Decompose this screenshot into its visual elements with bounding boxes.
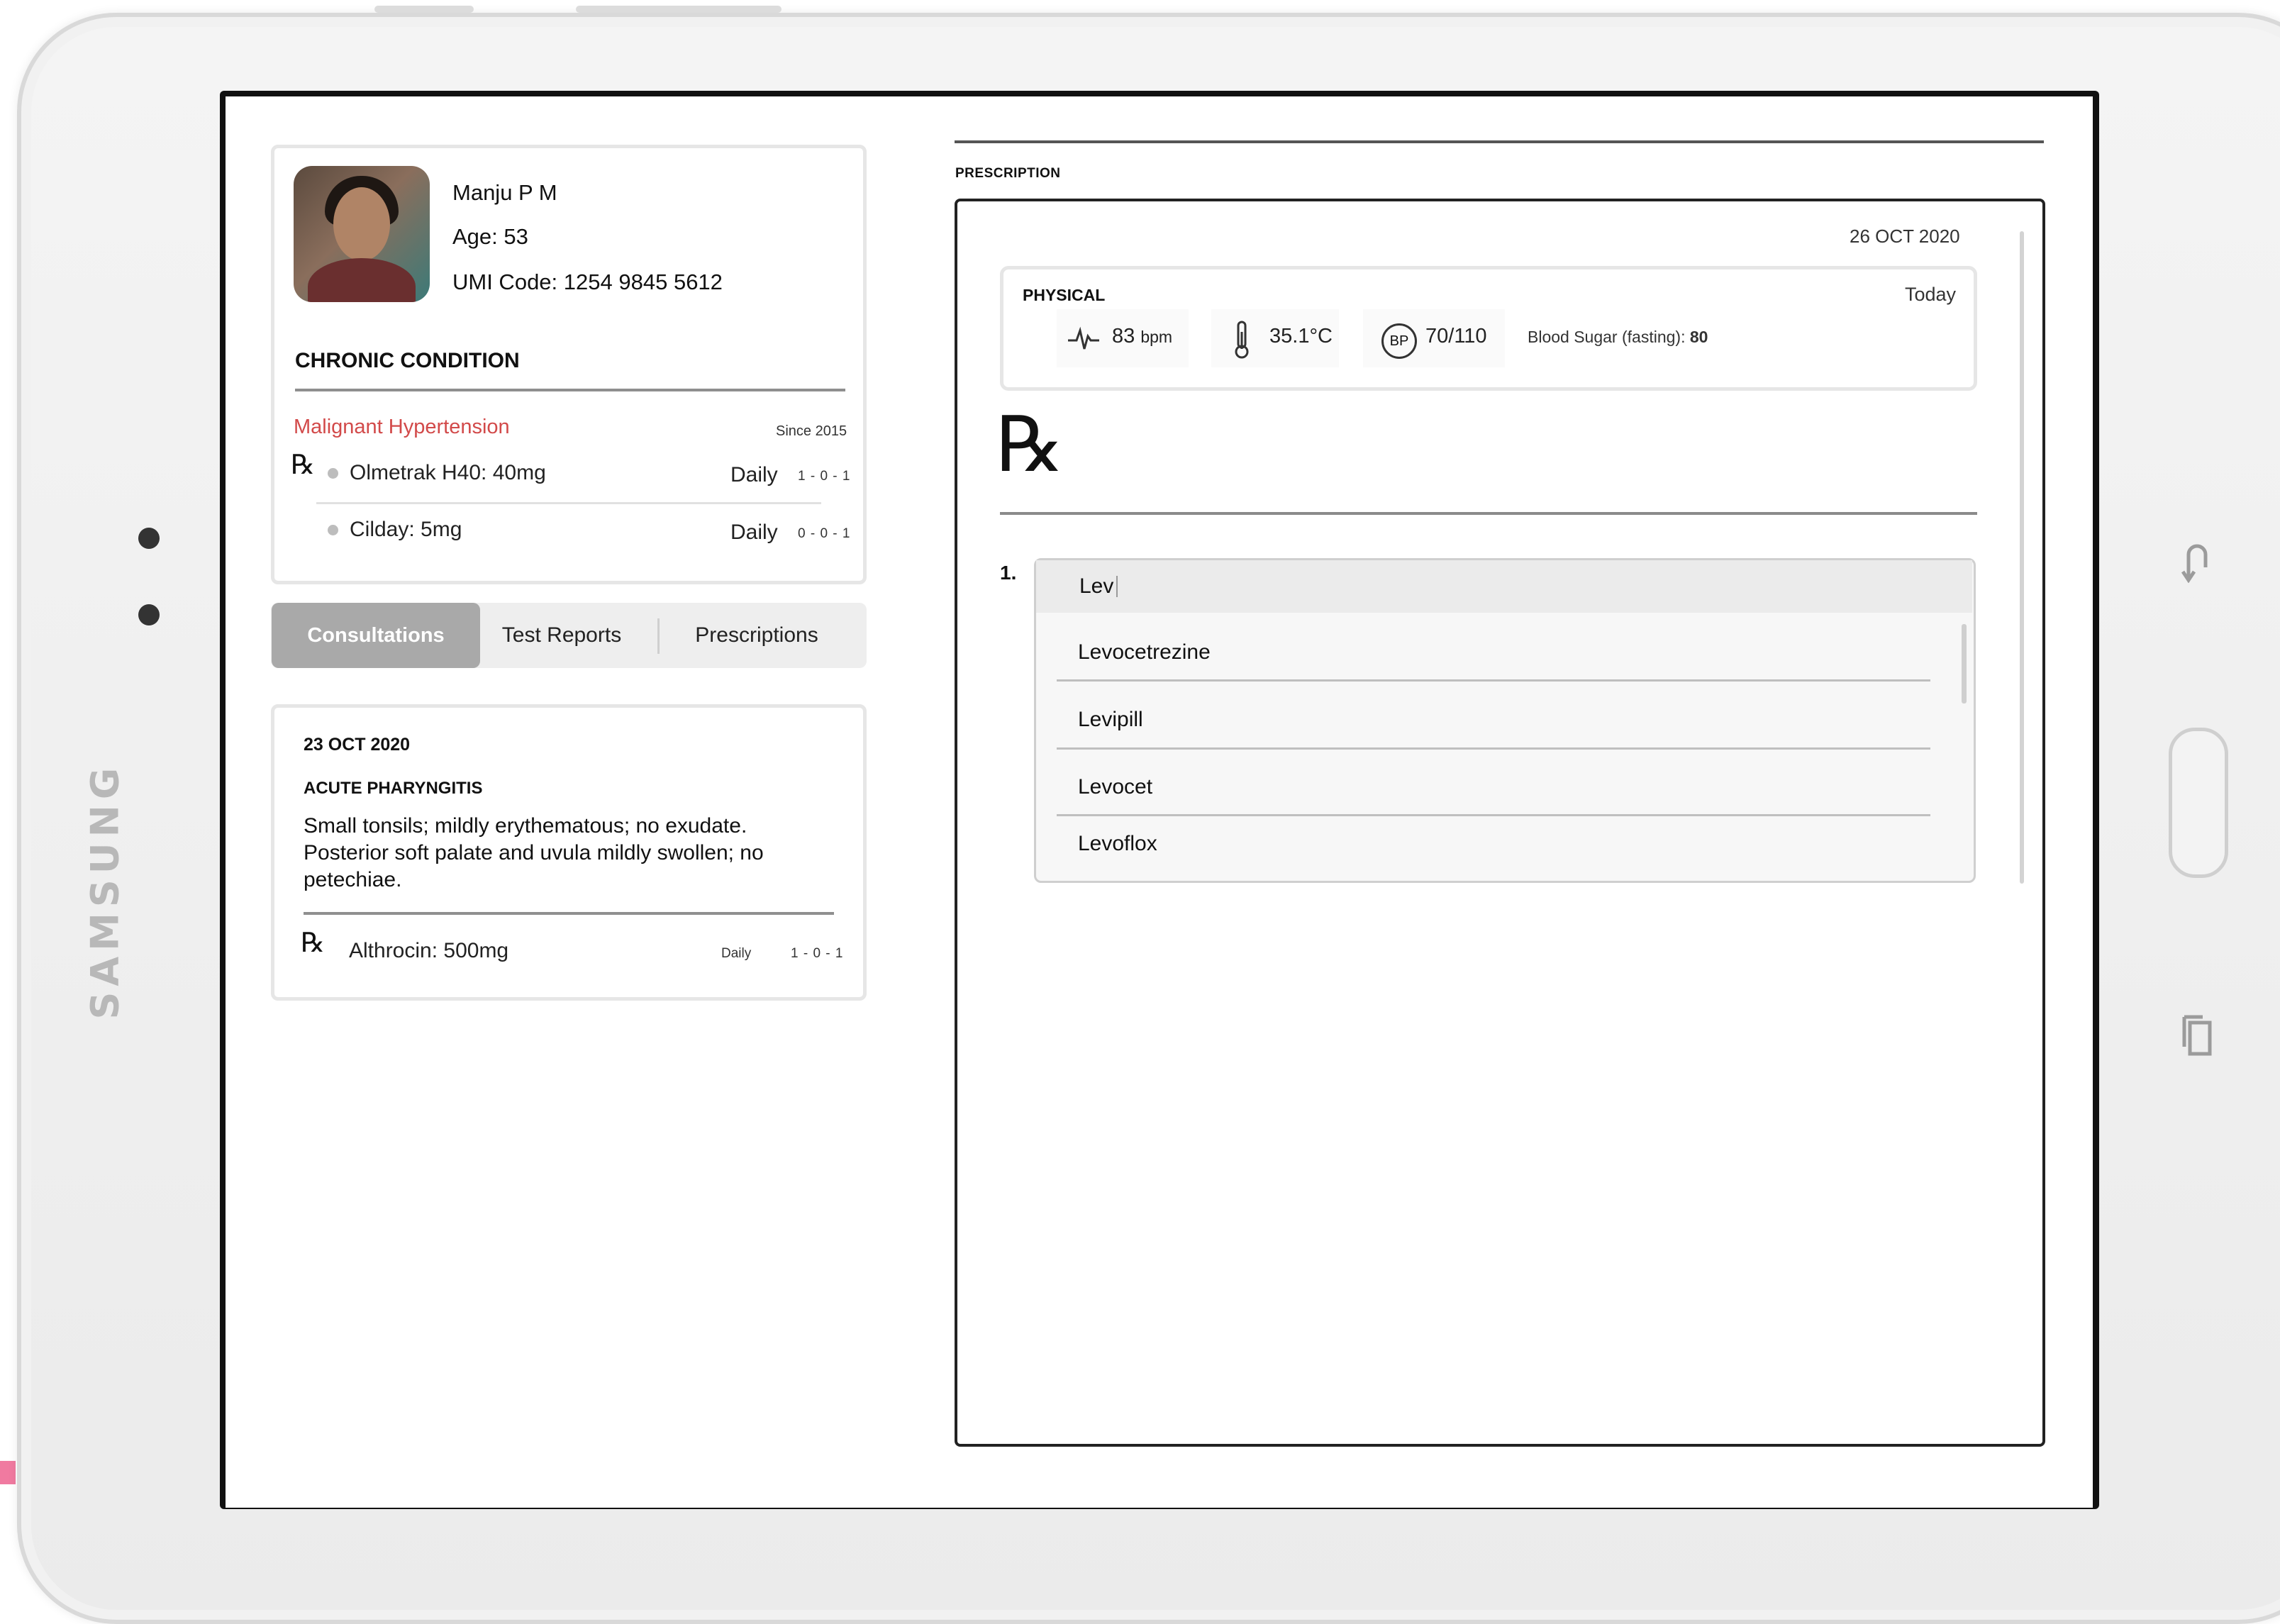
pulse-value: 83 [1112,325,1135,347]
blood-sugar: Blood Sugar (fasting): 80 [1528,328,1708,347]
consultation-notes: Small tonsils; mildly erythematous; no e… [304,814,764,891]
age-label: Age: [452,224,498,249]
suggestion-item[interactable]: Levoflox [1057,816,1930,872]
tab-test-reports[interactable]: Test Reports [482,603,641,668]
front-sensor [138,528,160,549]
consultation-med-name: Althrocin: 500mg [349,939,509,962]
physical-title: PHYSICAL [1023,286,1106,304]
power-button [374,6,474,13]
home-button[interactable] [2169,728,2228,878]
chronic-med-name: Olmetrak H40: 40mg [350,461,546,484]
age-value: 53 [504,224,528,249]
suggestion-divider [1057,679,1930,682]
consultation-med-dosage: 1 - 0 - 1 [791,946,844,961]
temperature-value: 35.1°C [1269,325,1333,347]
med-bullet [328,525,338,535]
front-camera [138,604,160,625]
tab-consultations[interactable]: Consultations [272,603,480,668]
chronic-med-dosage: 0 - 0 - 1 [798,526,851,541]
recent-apps-key-icon[interactable] [2180,1014,2214,1057]
condition-name: Malignant Hypertension [294,416,510,438]
chronic-med-frequency: Daily [730,521,778,544]
suggestion-divider [1057,747,1930,750]
pulse-reading: 83 bpm [1112,325,1172,348]
patient-umi: UMI Code: 1254 9845 5612 [452,269,723,295]
consultation-date: 23 OCT 2020 [304,735,411,755]
pulse-unit: bpm [1140,328,1173,346]
medicine-search-input[interactable] [1079,571,1718,602]
consultation-diagnosis: ACUTE PHARYNGITIS [304,779,483,798]
item-number: 1. [1000,562,1017,584]
consultation-med-frequency: Daily [721,946,752,961]
chronic-med-dosage: 1 - 0 - 1 [798,469,851,484]
umi-value: 1254 9845 5612 [563,269,723,294]
bp-value: 70/110 [1425,325,1487,347]
blood-sugar-value: 80 [1689,328,1708,346]
rx-icon: ℞ [996,401,1064,489]
prescription-label: PRESCRIPTION [955,166,1061,181]
chronic-med-name: Cilday: 5mg [350,518,462,541]
prescription-date: 26 OCT 2020 [1850,226,1960,247]
tab-separator [657,618,660,654]
bp-badge: BP [1381,323,1417,359]
med-bullet [328,468,338,479]
background-edge [0,1461,16,1484]
patient-name: Manju P M [452,180,557,205]
suggestion-item[interactable]: Levocetrezine [1057,624,1930,681]
umi-label: UMI Code: [452,269,558,294]
suggestion-item[interactable]: Levocet [1057,759,1930,816]
physical-when: Today [1905,284,1957,305]
thermometer-icon [1233,321,1251,359]
chronic-divider [295,389,845,391]
consultation-divider [304,912,834,915]
dropdown-scrollbar[interactable] [1962,624,1967,703]
heart-rate-icon [1068,325,1099,353]
suggestion-item[interactable]: Levipill [1057,691,1930,748]
blood-sugar-label: Blood Sugar (fasting): [1528,328,1686,346]
rx-icon: ℞ [301,927,326,958]
avatar[interactable] [294,166,430,302]
rx-divider [1000,512,1977,515]
prescription-top-rule [955,140,2044,143]
chronic-med-frequency: Daily [730,463,778,486]
tab-prescriptions[interactable]: Prescriptions [667,603,847,668]
chronic-condition-title: CHRONIC CONDITION [295,349,520,372]
volume-button [576,6,782,13]
rx-icon: ℞ [291,449,316,480]
patient-age: Age: 53 [452,224,528,250]
text-caret [1116,576,1118,597]
back-key-icon[interactable] [2181,539,2213,583]
condition-since: Since 2015 [776,423,847,439]
med-divider [316,502,821,504]
prescription-scrollbar[interactable] [2020,231,2024,884]
